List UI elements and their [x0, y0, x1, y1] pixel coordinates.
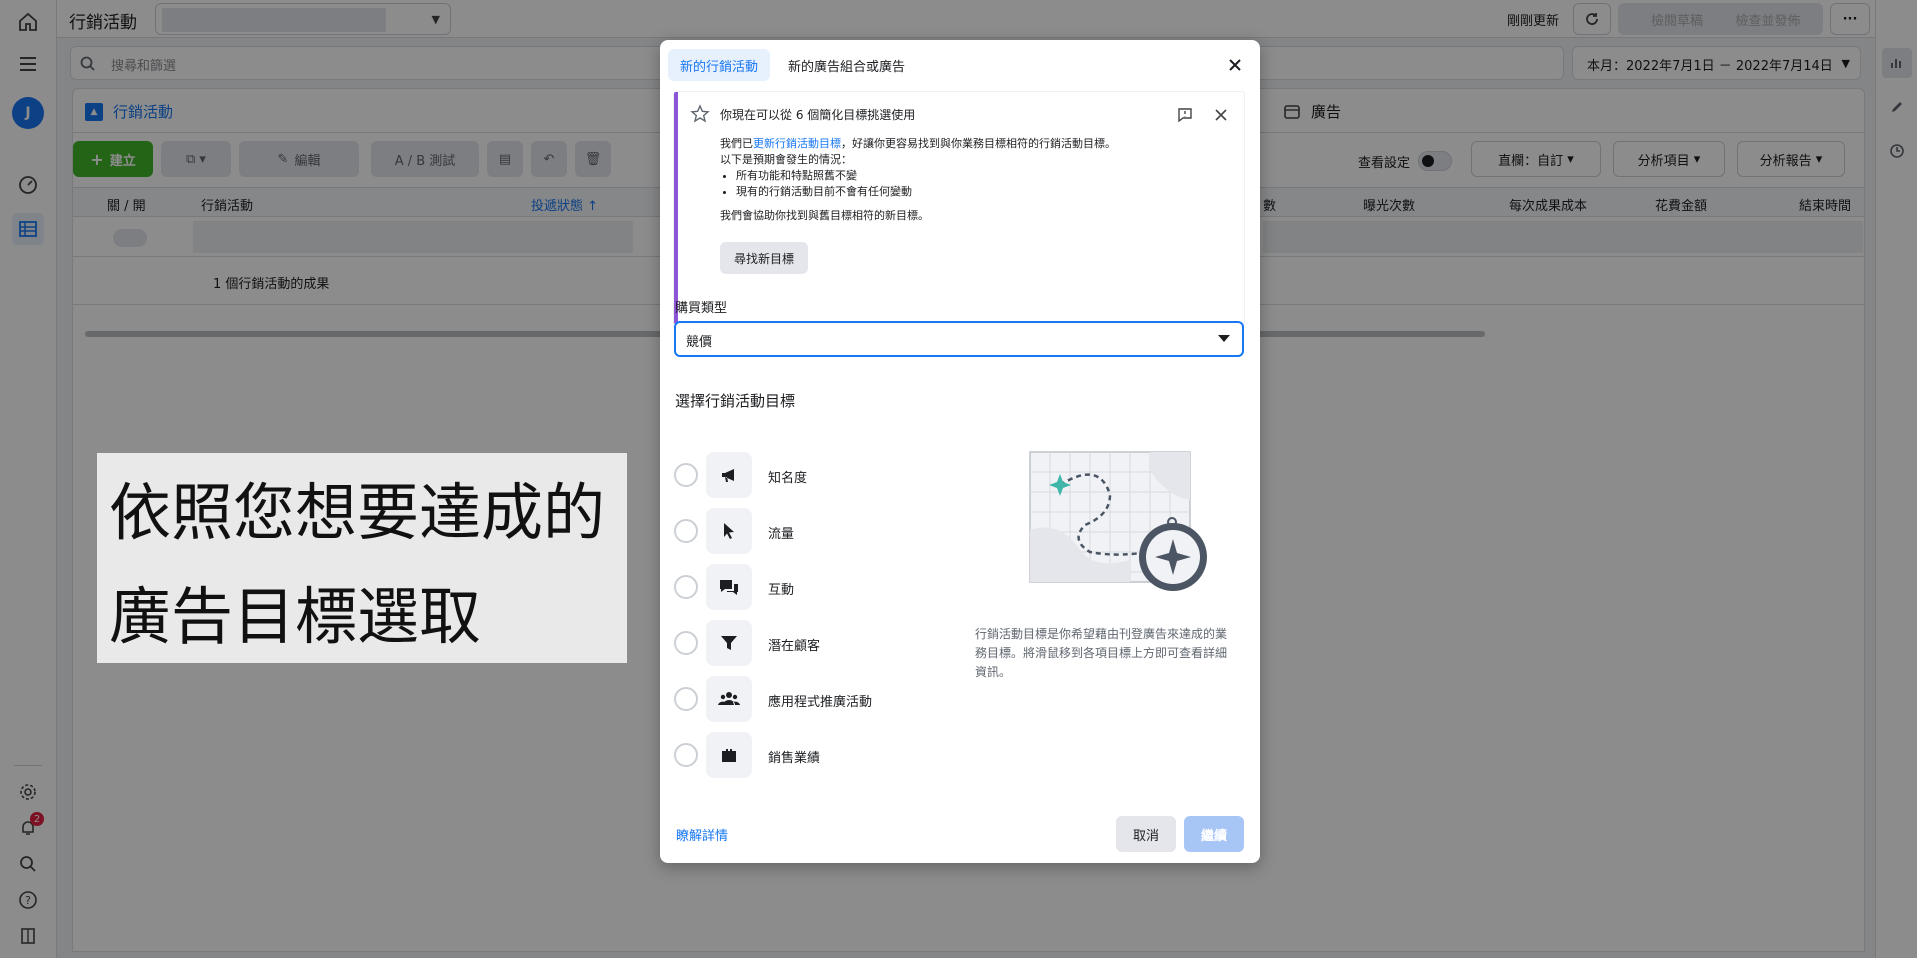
caption-line: 依照您想要達成的 — [109, 476, 606, 549]
find-new-objective-button[interactable]: 尋找新目標 — [720, 242, 809, 274]
chevron-down-icon — [1218, 335, 1230, 342]
cursor-icon — [706, 508, 752, 554]
tab-new-campaign[interactable]: 新的行銷活動 — [668, 49, 771, 81]
objective-label: 潛在顧客 — [768, 639, 821, 654]
caption-overlay: 依照您想要達成的 廣告目標選取 — [97, 453, 627, 663]
notice-bullet: 所有功能和特點照舊不變 — [736, 168, 1220, 184]
objective-option-app-promotion[interactable]: 應用程式推廣活動 — [674, 676, 934, 722]
chat-bubbles-icon — [706, 564, 752, 610]
objective-update-notice: 你現在可以從 6 個簡化目標挑選使用 我們已更新行銷活動目標，好讓你更容易找到與… — [674, 92, 1244, 324]
tab-new-adset-or-ad[interactable]: 新的廣告組合或廣告 — [776, 49, 917, 81]
buy-type-label: 購買類型 — [675, 301, 728, 316]
learn-more-link[interactable]: 瞭解詳情 — [676, 825, 728, 844]
cancel-button[interactable]: 取消 — [1116, 816, 1176, 852]
objective-option-sales[interactable]: 銷售業績 — [674, 732, 934, 778]
notice-closing: 我們會協助你找到與舊目標相符的新目標。 — [720, 209, 929, 222]
megaphone-icon — [706, 452, 752, 498]
objective-label: 互動 — [768, 583, 795, 598]
create-campaign-dialog: 新的行銷活動 新的廣告組合或廣告 你現在可以從 6 個簡化目標挑選使用 我們已更… — [660, 40, 1260, 863]
briefcase-icon — [706, 732, 752, 778]
star-icon — [690, 104, 710, 123]
objective-option-leads[interactable]: 潛在顧客 — [674, 620, 934, 666]
funnel-icon — [706, 620, 752, 666]
objective-label: 流量 — [768, 527, 795, 542]
objective-label: 知名度 — [768, 471, 808, 486]
update-objectives-link[interactable]: 更新行銷活動目標 — [753, 137, 841, 150]
objective-helper-text: 行銷活動目標是你希望藉由刊登廣告來達成的業務目標。將滑鼠移到各項目標上方即可查看… — [975, 627, 1228, 679]
continue-button[interactable]: 繼續 — [1184, 816, 1244, 852]
notice-bullet: 現有的行銷活動目前不會有任何變動 — [736, 184, 1220, 200]
close-icon[interactable] — [1212, 106, 1230, 124]
notice-title: 你現在可以從 6 個簡化目標挑選使用 — [720, 108, 916, 122]
objective-radio[interactable] — [674, 743, 698, 767]
objective-radio[interactable] — [674, 687, 698, 711]
objective-radio[interactable] — [674, 463, 698, 487]
people-icon — [706, 676, 752, 722]
objective-label: 應用程式推廣活動 — [768, 695, 873, 710]
objective-radio[interactable] — [674, 631, 698, 655]
objective-label: 銷售業績 — [768, 751, 821, 766]
objective-option-engagement[interactable]: 互動 — [674, 564, 934, 610]
feedback-icon[interactable] — [1176, 106, 1194, 124]
objective-option-traffic[interactable]: 流量 — [674, 508, 934, 554]
caption-line: 廣告目標選取 — [109, 580, 482, 653]
close-icon[interactable] — [1224, 54, 1246, 76]
notice-intro: 以下是預期會發生的情況： — [720, 153, 852, 166]
buy-type-select[interactable]: 競價 — [674, 321, 1244, 357]
objective-radio[interactable] — [674, 519, 698, 543]
notice-body: 我們已更新行銷活動目標，好讓你更容易找到與你業務目標相符的行銷活動目標。 以下是… — [720, 136, 1220, 224]
map-compass-illustration — [1029, 451, 1207, 591]
buy-type-value: 競價 — [686, 335, 713, 350]
objective-heading: 選擇行銷活動目標 — [675, 392, 796, 410]
objective-radio[interactable] — [674, 575, 698, 599]
dialog-tabs: 新的行銷活動 新的廣告組合或廣告 — [668, 49, 917, 81]
objective-option-awareness[interactable]: 知名度 — [674, 452, 934, 498]
